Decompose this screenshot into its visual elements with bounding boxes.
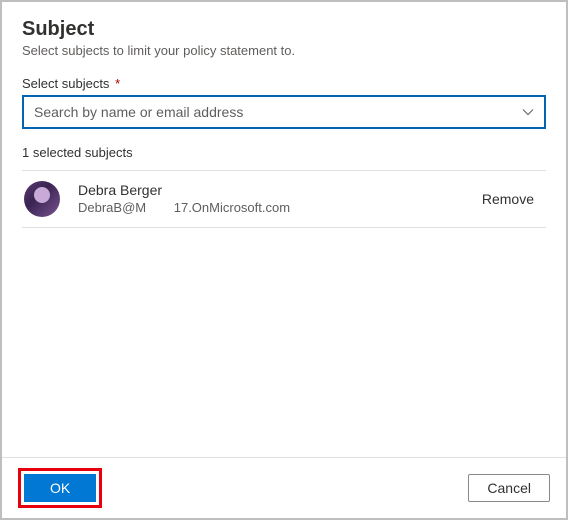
page-subtitle: Select subjects to limit your policy sta… [22, 43, 546, 58]
remove-button[interactable]: Remove [476, 187, 540, 211]
chevron-down-icon [522, 106, 534, 118]
subject-select[interactable]: Search by name or email address [22, 95, 546, 129]
ok-highlight: OK [18, 468, 102, 508]
avatar [24, 181, 60, 217]
page-title: Subject [22, 18, 546, 41]
selected-count: 1 selected subjects [22, 145, 546, 160]
person-email: DebraB@M 17.OnMicrosoft.com [78, 200, 476, 217]
cancel-button[interactable]: Cancel [468, 474, 550, 502]
email-part2: 17.OnMicrosoft.com [174, 200, 290, 215]
footer: OK Cancel [2, 457, 566, 518]
ok-button[interactable]: OK [24, 474, 96, 502]
person-info: Debra Berger DebraB@M 17.OnMicrosoft.com [78, 181, 476, 216]
list-item: Debra Berger DebraB@M 17.OnMicrosoft.com… [22, 171, 546, 228]
selected-list: Debra Berger DebraB@M 17.OnMicrosoft.com… [22, 170, 546, 228]
email-part1: DebraB@M [78, 200, 146, 215]
select-placeholder: Search by name or email address [34, 104, 243, 120]
field-label: Select subjects * [22, 76, 546, 91]
person-name: Debra Berger [78, 181, 476, 199]
required-marker: * [115, 76, 120, 91]
field-label-text: Select subjects [22, 76, 109, 91]
